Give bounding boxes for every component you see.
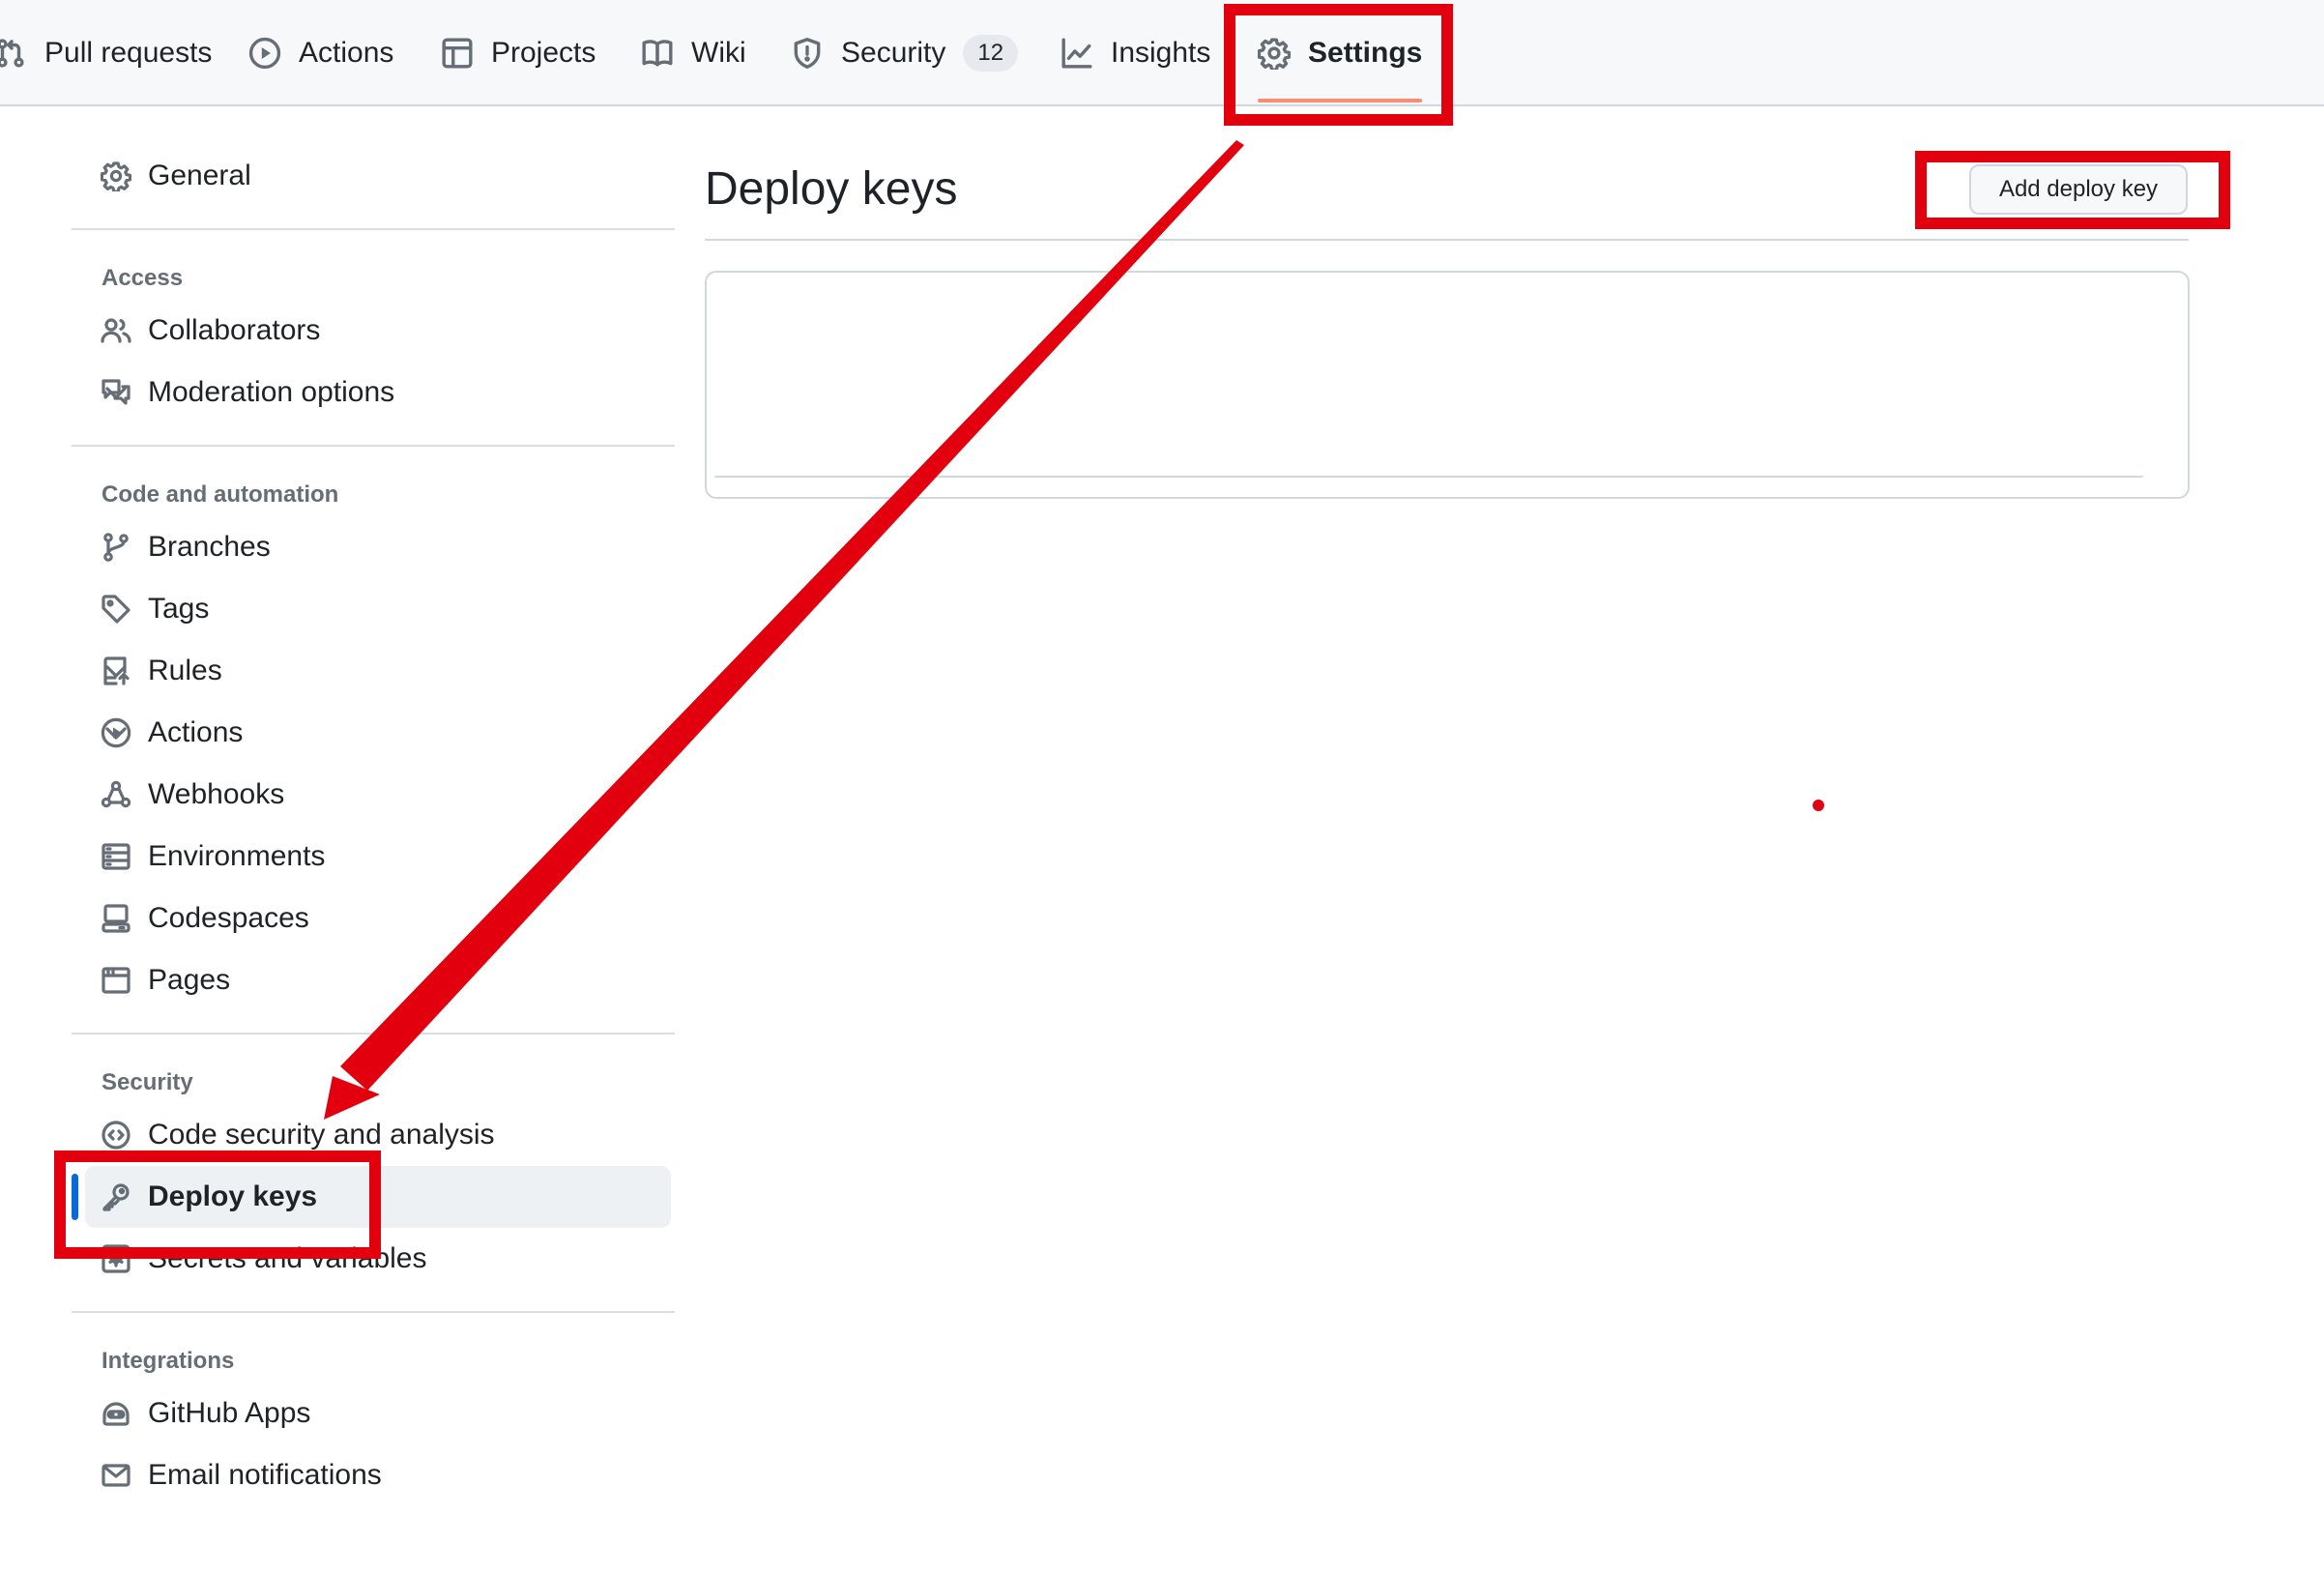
sidebar-item-moderation-options[interactable]: Moderation options — [72, 362, 675, 423]
shield-icon — [794, 38, 821, 69]
tab-label: Security — [841, 37, 946, 69]
sidebar-item-email-notifications[interactable]: Email notifications — [72, 1444, 675, 1506]
sidebar-item-label: Actions — [148, 716, 244, 748]
play-icon — [248, 37, 281, 70]
tab-label: Actions — [299, 37, 394, 69]
chevron-down-icon[interactable] — [101, 377, 131, 408]
sidebar-item-label: General — [148, 160, 251, 191]
sidebar-item-label: Branches — [148, 531, 271, 563]
header-divider — [705, 239, 2189, 241]
tab-wiki[interactable]: Wiki — [641, 0, 746, 106]
sidebar-item-collaborators[interactable]: Collaborators — [72, 300, 675, 362]
gear-icon — [1258, 38, 1291, 70]
sidebar-item-tags[interactable]: Tags — [72, 578, 675, 640]
sidebar-item-pages[interactable]: Pages — [72, 949, 675, 1011]
sidebar-heading-code-and-automation: Code and automation — [102, 481, 339, 508]
sidebar-item-label: Deploy keys — [148, 1180, 318, 1212]
tab-insights[interactable]: Insights — [1060, 0, 1210, 106]
sidebar-item-github-apps[interactable]: GitHub Apps — [72, 1383, 675, 1444]
sidebar-item-label: Code security and analysis — [148, 1119, 495, 1151]
sidebar-item-label: Secrets and variables — [148, 1242, 427, 1274]
sidebar-item-label: Codespaces — [148, 902, 309, 934]
tag-icon — [102, 595, 131, 624]
sidebar-item-deploy-keys[interactable]: Deploy keys — [72, 1166, 675, 1228]
hubot-icon — [102, 1402, 130, 1426]
table-icon — [442, 38, 473, 69]
sidebar-item-codespaces[interactable]: Codespaces — [72, 888, 675, 949]
sidebar-heading-access: Access — [102, 265, 184, 291]
tab-label: Wiki — [691, 37, 746, 69]
tab-label: Insights — [1111, 37, 1211, 69]
sidebar-item-webhooks[interactable]: Webhooks — [72, 764, 675, 826]
people-icon — [101, 318, 131, 343]
sidebar-item-label: Collaborators — [148, 314, 321, 346]
tab-label: Settings — [1308, 37, 1423, 69]
sidebar-item-label: Environments — [148, 840, 326, 872]
sidebar-item-label: Pages — [148, 964, 231, 996]
key-icon — [102, 1183, 130, 1211]
deploy-keys-list-box — [705, 271, 2190, 499]
webhook-icon — [101, 780, 131, 808]
tab-security[interactable]: Security 12 — [791, 0, 1019, 106]
sidebar-item-label: Tags — [148, 593, 210, 625]
graph-icon — [1061, 38, 1092, 69]
sidebar-item-rules[interactable]: Rules — [72, 640, 675, 702]
git-pull-request-icon — [0, 39, 24, 68]
codespaces-icon — [102, 904, 131, 933]
security-alert-counter: 12 — [963, 35, 1019, 72]
gear-icon — [101, 161, 131, 191]
chevron-down-icon[interactable] — [101, 717, 131, 748]
sidebar-divider — [72, 1033, 675, 1034]
server-icon — [102, 843, 131, 870]
sidebar-item-code-security-and-analysis[interactable]: Code security and analysis — [72, 1104, 675, 1166]
tab-settings[interactable]: Settings — [1258, 0, 1423, 106]
chevron-down-icon[interactable] — [101, 1243, 131, 1274]
tab-label: Projects — [491, 37, 596, 69]
sidebar-item-general[interactable]: General — [72, 145, 675, 207]
sidebar-divider — [72, 445, 675, 447]
sidebar-item-secrets-and-variables[interactable]: Secrets and variables — [72, 1228, 675, 1290]
sidebar-heading-integrations: Integrations — [102, 1348, 235, 1374]
sidebar-item-label: Moderation options — [148, 376, 395, 408]
sidebar-item-environments[interactable]: Environments — [72, 826, 675, 888]
mail-icon — [102, 1464, 131, 1487]
list-box-inner-rule — [714, 476, 2143, 478]
annotation-dot — [1813, 800, 1824, 811]
add-deploy-key-button[interactable]: Add deploy key — [1969, 164, 2188, 215]
sidebar-divider — [72, 228, 675, 230]
sidebar-item-actions[interactable]: Actions — [72, 702, 675, 764]
tab-projects[interactable]: Projects — [441, 0, 596, 106]
tab-actions[interactable]: Actions — [248, 0, 393, 106]
sidebar-item-label: GitHub Apps — [148, 1397, 311, 1429]
codescan-icon — [102, 1121, 131, 1150]
book-icon — [642, 40, 673, 67]
tab-label: Pull requests — [44, 37, 213, 69]
chevron-down-icon[interactable] — [101, 655, 131, 686]
active-item-indicator — [72, 1174, 78, 1220]
sidebar-item-label: Email notifications — [148, 1459, 382, 1491]
page-title: Deploy keys — [705, 163, 958, 215]
sidebar-item-label: Rules — [148, 655, 222, 686]
sidebar-item-label: Webhooks — [148, 778, 285, 810]
sidebar-heading-security: Security — [102, 1069, 193, 1095]
tab-pull-requests[interactable]: Pull requests — [0, 0, 212, 106]
repo-nav-bar: Pull requests Actions Projects Wiki Secu… — [0, 0, 2324, 106]
sidebar-divider — [72, 1311, 675, 1313]
sidebar-item-branches[interactable]: Branches — [72, 516, 675, 578]
git-branch-icon — [103, 533, 129, 562]
browser-icon — [102, 967, 131, 994]
